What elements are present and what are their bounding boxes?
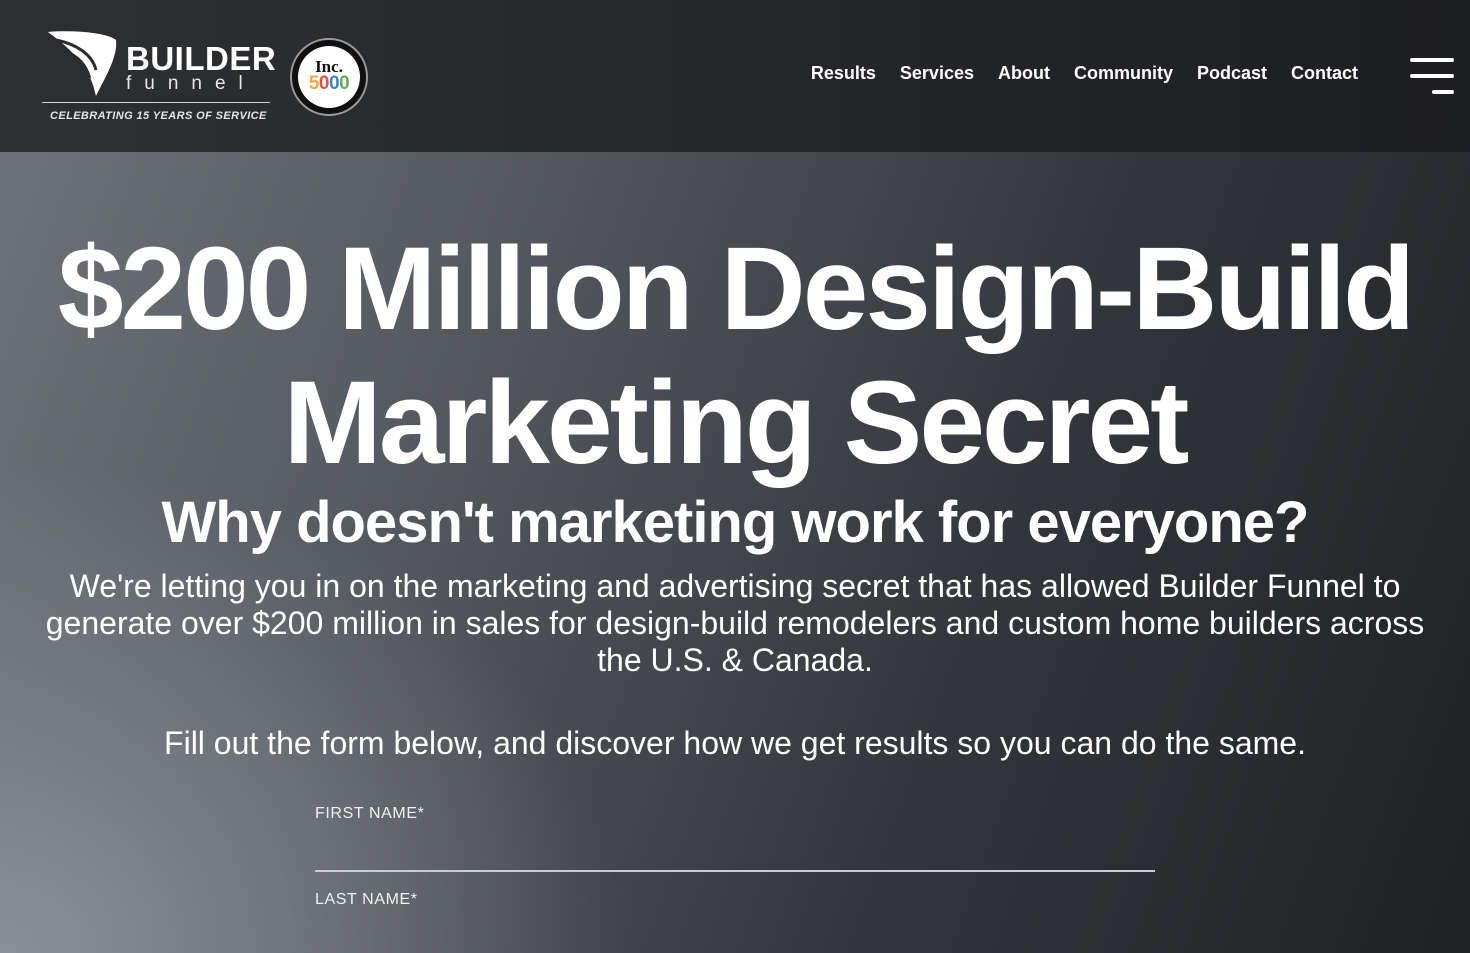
hero-section: $200 Million Design-Build Marketing Secr… [0, 152, 1470, 953]
nav-link-contact[interactable]: Contact [1291, 62, 1358, 84]
inc-badge-number: 5000 [298, 74, 360, 93]
main-nav: Results Services About Community Podcast… [787, 62, 1358, 84]
hamburger-bar-top [1410, 58, 1454, 62]
first-name-input[interactable] [315, 824, 1155, 872]
nav-link-services[interactable]: Services [900, 62, 974, 84]
inc-badge-digit: 0 [318, 73, 330, 94]
nav-link-results[interactable]: Results [811, 62, 876, 84]
nav-link-podcast[interactable]: Podcast [1197, 62, 1267, 84]
logo-swoosh-icon [48, 31, 117, 96]
inc-badge-digit: 0 [339, 73, 350, 94]
hero-lead-text: We're letting you in on the marketing an… [45, 568, 1425, 678]
inc-5000-badge: Inc. 5000 [290, 38, 368, 116]
site-header: BUILDER funnel CELEBRATING 15 YEARS OF S… [0, 0, 1470, 152]
hamburger-bar-middle [1410, 74, 1454, 78]
logo-tagline: CELEBRATING 15 YEARS OF SERVICE [50, 110, 267, 122]
inc-badge-digit: 5 [308, 73, 320, 94]
logo-subword: funnel [126, 73, 256, 94]
hamburger-bar-bottom [1432, 90, 1454, 94]
lead-form: FIRST NAME* LAST NAME* [315, 804, 1155, 953]
logo-wordmark: BUILDER [126, 40, 277, 77]
last-name-input[interactable] [315, 910, 1155, 953]
inc-badge-face: Inc. 5000 [298, 46, 360, 108]
builder-funnel-logo[interactable]: BUILDER funnel CELEBRATING 15 YEARS OF S… [42, 26, 276, 126]
hero-subheadline: Why doesn't marketing work for everyone? [161, 490, 1310, 555]
last-name-label: LAST NAME* [315, 891, 418, 908]
nav-link-about[interactable]: About [998, 62, 1050, 84]
hero-headline: $200 Million Design-Build Marketing Secr… [57, 223, 1415, 489]
logo-divider [42, 102, 270, 103]
nav-link-community[interactable]: Community [1074, 62, 1173, 84]
inc-badge-digit: 0 [329, 73, 340, 94]
first-name-label: FIRST NAME* [315, 805, 425, 822]
hamburger-menu-icon[interactable] [1408, 56, 1454, 98]
hero-cta-text: Fill out the form below, and discover ho… [164, 725, 1306, 761]
